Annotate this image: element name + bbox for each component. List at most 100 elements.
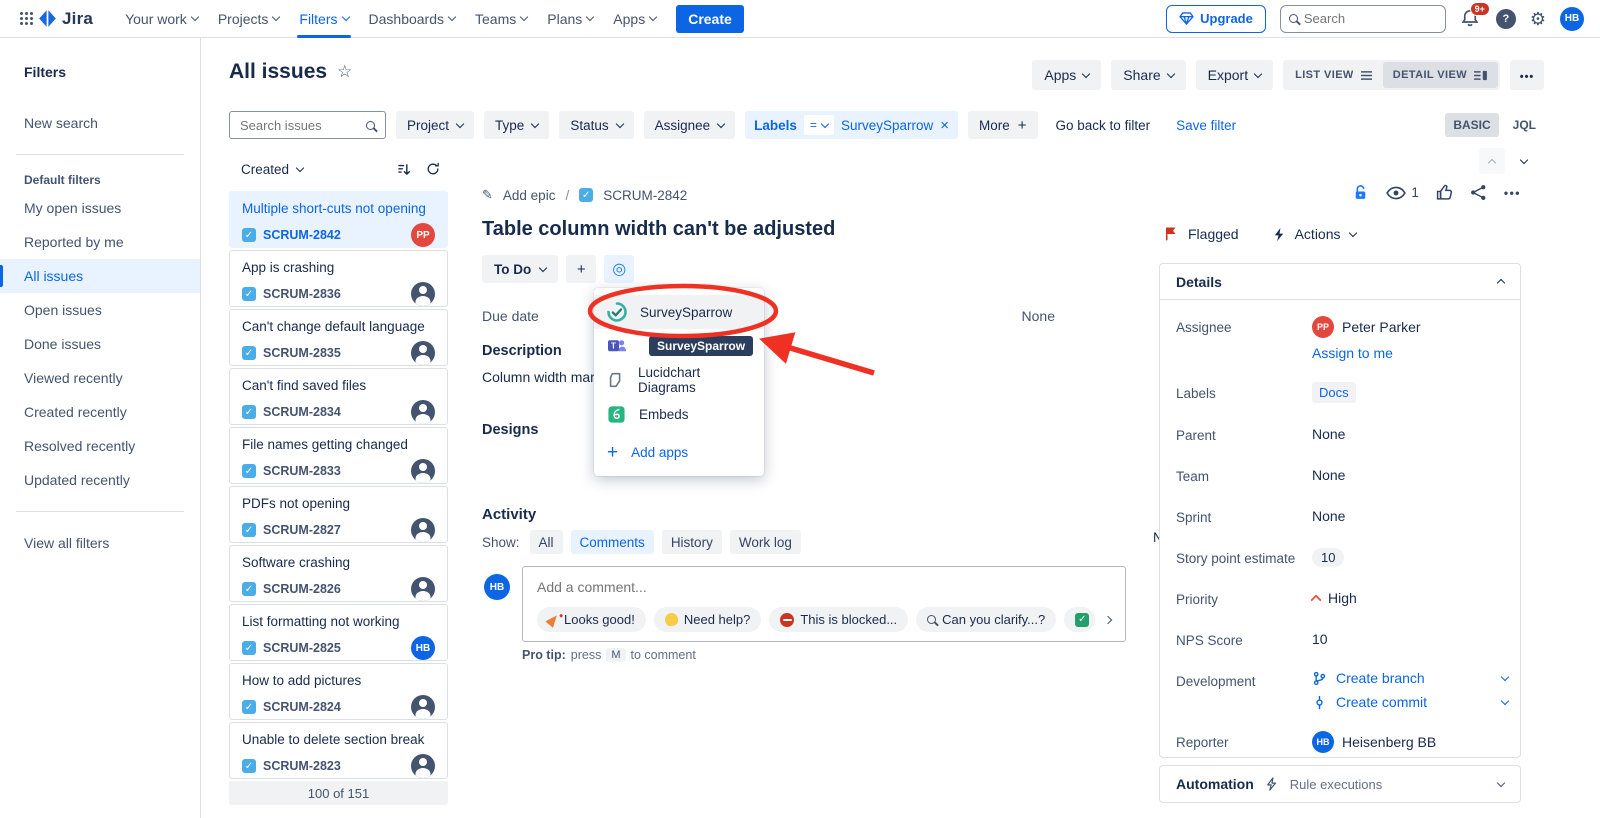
more-options-icon[interactable] — [1504, 186, 1521, 200]
search-issues-input[interactable] — [240, 118, 350, 133]
description-text[interactable]: Column width marke — [482, 369, 610, 385]
chevron-down-icon[interactable] — [1501, 672, 1509, 680]
automation-panel[interactable]: Automation Rule executions — [1159, 765, 1521, 803]
global-search[interactable] — [1280, 5, 1446, 33]
add-epic-link[interactable]: Add epic — [503, 188, 556, 203]
global-search-input[interactable] — [1304, 11, 1414, 26]
labels-operator[interactable]: = — [804, 115, 834, 135]
share-icon[interactable] — [1470, 184, 1487, 201]
add-button[interactable] — [566, 255, 596, 283]
tab-history[interactable]: History — [662, 530, 722, 554]
tab-all[interactable]: All — [530, 530, 563, 554]
nav-your-work[interactable]: Your work — [115, 0, 208, 38]
quick-reply-looks-good[interactable]: Looks good! — [537, 607, 646, 632]
more-options-icon[interactable] — [1510, 60, 1544, 90]
next-issue-button[interactable] — [1515, 152, 1533, 170]
sidebar-item-reported-by-me[interactable]: Reported by me — [0, 225, 200, 259]
tab-work-log[interactable]: Work log — [730, 530, 801, 554]
list-item[interactable]: Can't find saved files SCRUM-2834 — [229, 368, 448, 425]
save-filter-link[interactable]: Save filter — [1176, 118, 1236, 133]
watchers-icon[interactable] — [1386, 186, 1406, 200]
quick-reply-clarify[interactable]: Can you clarify...? — [916, 607, 1056, 632]
sidebar-item-created-recently[interactable]: Created recently — [0, 395, 200, 429]
detail-view-toggle[interactable]: DETAIL VIEW — [1383, 62, 1498, 88]
apps-target-button[interactable] — [604, 255, 634, 283]
menu-item-lucidchart[interactable]: Lucidchart Diagrams — [594, 363, 764, 397]
sidebar-item-viewed-recently[interactable]: Viewed recently — [0, 361, 200, 395]
search-issues-field[interactable] — [229, 111, 386, 139]
list-item[interactable]: App is crashing SCRUM-2836 — [229, 250, 448, 307]
quick-reply-blocked[interactable]: This is blocked... — [769, 607, 908, 632]
assignee-name[interactable]: Peter Parker — [1342, 319, 1421, 335]
jql-mode-button[interactable]: JQL — [1505, 113, 1544, 137]
actions-dropdown[interactable]: Actions — [1295, 226, 1341, 242]
flagged-label[interactable]: Flagged — [1188, 226, 1239, 242]
list-item[interactable]: How to add pictures SCRUM-2824 — [229, 663, 448, 720]
nav-plans[interactable]: Plans — [537, 0, 603, 38]
jira-logo[interactable]: Jira — [37, 8, 93, 29]
status-dropdown[interactable]: To Do — [482, 255, 558, 283]
team-value[interactable]: None — [1312, 465, 1345, 485]
due-date-value[interactable]: None — [1015, 308, 1055, 324]
assign-to-me-link[interactable]: Assign to me — [1312, 345, 1393, 361]
chevron-down-icon[interactable] — [1501, 696, 1509, 704]
nav-apps[interactable]: Apps — [603, 0, 666, 38]
user-avatar[interactable]: HB — [1560, 7, 1584, 31]
previous-issue-button[interactable] — [1479, 148, 1505, 174]
reporter-name[interactable]: Heisenberg BB — [1342, 734, 1436, 750]
list-item[interactable]: Unable to delete section break SCRUM-282… — [229, 722, 448, 779]
thumbs-up-icon[interactable] — [1436, 184, 1453, 201]
unlock-icon[interactable] — [1352, 184, 1369, 201]
menu-item-surveysparrow[interactable]: SurveySparrow — [594, 295, 764, 329]
nav-filters[interactable]: Filters — [289, 0, 358, 38]
list-item[interactable]: File names getting changed SCRUM-2833 — [229, 427, 448, 484]
menu-item-microsoft-teams[interactable]: T SurveySparrow s — [594, 329, 764, 363]
issue-key[interactable]: SCRUM-2842 — [603, 188, 687, 203]
upgrade-button[interactable]: Upgrade — [1166, 5, 1266, 33]
export-button[interactable]: Export — [1196, 60, 1273, 90]
nav-dashboards[interactable]: Dashboards — [359, 0, 466, 38]
sidebar-item-view-all-filters[interactable]: View all filters — [0, 526, 200, 560]
label-chip-docs[interactable]: Docs — [1312, 382, 1356, 403]
nav-teams[interactable]: Teams — [465, 0, 537, 38]
filter-more[interactable]: More — [968, 111, 1038, 139]
nav-projects[interactable]: Projects — [208, 0, 290, 38]
list-item[interactable]: Software crashing SCRUM-2826 — [229, 545, 448, 602]
notifications-button[interactable]: 9+ — [1460, 8, 1482, 30]
tab-comments[interactable]: Comments — [571, 530, 654, 554]
filter-labels-chip[interactable]: Labels = SurveySparrow — [745, 111, 958, 139]
gear-icon[interactable] — [1530, 10, 1546, 28]
menu-item-embeds[interactable]: Embeds — [594, 397, 764, 431]
basic-mode-button[interactable]: BASIC — [1445, 113, 1498, 137]
go-back-to-filter-link[interactable]: Go back to filter — [1056, 118, 1151, 133]
sidebar-item-done-issues[interactable]: Done issues — [0, 327, 200, 361]
quick-reply-need-help[interactable]: Need help? — [654, 607, 762, 632]
list-item[interactable]: List formatting not working SCRUM-2825HB — [229, 604, 448, 661]
nps-value[interactable]: 10 — [1312, 629, 1328, 649]
list-item[interactable]: PDFs not opening SCRUM-2827 — [229, 486, 448, 543]
comment-input[interactable] — [537, 579, 1111, 595]
list-item[interactable]: Can't change default language SCRUM-2835 — [229, 309, 448, 366]
close-icon[interactable] — [940, 117, 949, 134]
sort-order-icon[interactable] — [397, 163, 412, 176]
sprint-value[interactable]: None — [1312, 506, 1345, 526]
refresh-icon[interactable] — [426, 162, 440, 176]
star-icon[interactable] — [337, 62, 352, 82]
create-commit-link[interactable]: Create commit — [1312, 694, 1508, 710]
details-panel-header[interactable]: Details — [1160, 264, 1520, 300]
sidebar-item-open-issues[interactable]: Open issues — [0, 293, 200, 327]
apps-button[interactable]: Apps — [1032, 60, 1101, 90]
create-button[interactable]: Create — [676, 5, 744, 33]
filter-type[interactable]: Type — [484, 111, 549, 139]
comment-box[interactable]: Looks good! Need help? This is blocked..… — [522, 566, 1126, 642]
chevron-right-icon[interactable] — [1104, 615, 1112, 623]
story-point-value[interactable]: 10 — [1312, 548, 1344, 567]
sidebar-item-resolved-recently[interactable]: Resolved recently — [0, 429, 200, 463]
filter-assignee[interactable]: Assignee — [644, 111, 736, 139]
filter-project[interactable]: Project — [396, 111, 474, 139]
list-item[interactable]: Multiple short-cuts not opening SCRUM-28… — [229, 191, 448, 248]
app-switcher-icon[interactable] — [20, 12, 23, 15]
create-branch-link[interactable]: Create branch — [1312, 670, 1508, 686]
share-button[interactable]: Share — [1111, 60, 1185, 90]
parent-value[interactable]: None — [1312, 424, 1345, 444]
